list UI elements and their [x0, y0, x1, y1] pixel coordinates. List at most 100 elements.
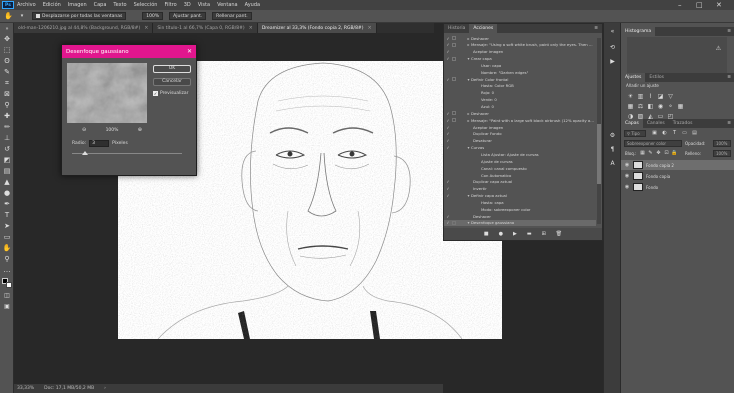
action-row[interactable]: Hasta: capa: [444, 199, 596, 205]
dialog-toggle-icon[interactable]: [452, 42, 456, 47]
filter-smart-icon[interactable]: ▤: [691, 130, 698, 137]
tab-trazados[interactable]: Trazados: [669, 119, 697, 128]
action-row[interactable]: Canal: canal compuesto: [444, 165, 596, 171]
menu-seleccion[interactable]: Selección: [134, 2, 158, 8]
gradient-tool-icon[interactable]: ▤: [2, 167, 12, 176]
menu-capa[interactable]: Capa: [94, 2, 107, 8]
hand-tool-icon[interactable]: ✋: [2, 244, 12, 253]
action-toggle-icon[interactable]: ✓: [444, 220, 452, 225]
tab-old-man[interactable]: old-man-1206210.jpg al 44,8% (Background…: [14, 23, 154, 33]
layer-row[interactable]: ◉ Fondo copia 2: [621, 160, 734, 170]
dialog-toggle-icon[interactable]: [452, 173, 456, 177]
action-toggle-icon[interactable]: ✓: [444, 42, 452, 47]
radius-input[interactable]: 3: [89, 140, 110, 147]
action-toggle-icon[interactable]: ✓: [444, 49, 452, 54]
filter-pixel-icon[interactable]: ▣: [651, 130, 658, 137]
lock-all-icon[interactable]: 🔒: [671, 150, 678, 157]
dialog-toggle-icon[interactable]: [452, 70, 456, 74]
action-row[interactable]: Hasta: Color RGB: [444, 83, 596, 89]
cancel-button[interactable]: Cancelar: [153, 78, 191, 86]
close-icon[interactable]: ✕: [716, 1, 722, 9]
menu-texto[interactable]: Texto: [113, 2, 126, 8]
crop-tool-icon[interactable]: ⌗: [2, 79, 12, 88]
eraser-tool-icon[interactable]: ◩: [2, 156, 12, 165]
blur-tool-icon[interactable]: ▲: [2, 178, 12, 187]
character-panel-icon[interactable]: A: [608, 159, 617, 168]
action-row[interactable]: ✓ Aceptar imagen: [444, 124, 596, 130]
filter-adjustment-icon[interactable]: ◐: [661, 130, 668, 137]
dialog-toggle-icon[interactable]: [452, 36, 456, 40]
dialog-toggle-icon[interactable]: [452, 50, 456, 54]
action-row[interactable]: ✓ ▸ Deshacer: [444, 35, 596, 41]
action-row[interactable]: ✓ Aceptar imagen: [444, 49, 596, 55]
color-balance-icon[interactable]: ⚖: [637, 103, 644, 110]
type-tool-icon[interactable]: T: [2, 211, 12, 220]
action-toggle-icon[interactable]: ✓: [444, 179, 452, 184]
action-row[interactable]: ✓ Invertir: [444, 186, 596, 192]
action-row[interactable]: Verde: 0: [444, 97, 596, 103]
action-row[interactable]: Nombre: "Darken edges": [444, 69, 596, 75]
action-row[interactable]: ✓ ▸ Deshacer: [444, 110, 596, 116]
dialog-toggle-icon[interactable]: [452, 56, 456, 61]
zoom-tool-icon[interactable]: ⚲: [2, 255, 12, 264]
action-row[interactable]: ✓ ▾ Definir capa actual: [444, 193, 596, 199]
dialog-toggle-icon[interactable]: [452, 77, 456, 82]
new-action-icon[interactable]: ⊞: [542, 231, 546, 237]
chevron-right-icon[interactable]: ›: [104, 386, 106, 391]
action-row[interactable]: Azul: 0: [444, 104, 596, 110]
dialog-toggle-icon[interactable]: [452, 63, 456, 67]
action-row[interactable]: ✓ ▾ Definir Color frontal: [444, 76, 596, 82]
photo-filter-icon[interactable]: ◉: [657, 103, 664, 110]
action-toggle-icon[interactable]: ✓: [444, 36, 452, 41]
action-row[interactable]: Usar: capa: [444, 62, 596, 68]
dialog-toggle-icon[interactable]: [452, 194, 456, 198]
action-row[interactable]: ✓ ▸ Mensaje: "Using a soft white brush, pa…: [444, 42, 596, 48]
channel-mixer-icon[interactable]: ⚬: [667, 103, 674, 110]
exposure-icon[interactable]: ◪: [657, 93, 664, 100]
action-toggle-icon[interactable]: ✓: [444, 138, 452, 143]
panel-menu-icon[interactable]: ≡: [723, 27, 734, 36]
menu-filtro[interactable]: Filtro: [164, 2, 176, 8]
brightness-icon[interactable]: ☀: [627, 93, 634, 100]
more-tools-icon[interactable]: …: [2, 266, 12, 275]
actions-scrollbar-thumb[interactable]: [597, 124, 601, 184]
layer-kind-filter[interactable]: ⚲ Tipo: [624, 130, 646, 137]
menu-edicion[interactable]: Edición: [43, 2, 61, 8]
dialog-toggle-icon[interactable]: [452, 207, 456, 211]
filter-shape-icon[interactable]: ▭: [681, 130, 688, 137]
dialog-toggle-icon[interactable]: [452, 220, 456, 225]
minimize-icon[interactable]: –: [678, 1, 682, 9]
close-tab-icon[interactable]: ×: [367, 25, 371, 31]
actions-panel-icon[interactable]: ▶: [608, 57, 617, 66]
background-color-swatch[interactable]: [6, 282, 12, 288]
menu-archivo[interactable]: Archivo: [17, 2, 36, 8]
visibility-eye-icon[interactable]: ◉: [624, 173, 630, 179]
menu-vista[interactable]: Vista: [198, 2, 210, 8]
tab-dreamizer[interactable]: Dreamizer al 33,3% (Fondo copia 2, RGB/8…: [257, 23, 377, 33]
brush-tool-icon[interactable]: ✏: [2, 123, 12, 132]
color-lookup-icon[interactable]: ▦: [677, 103, 684, 110]
lock-pixels-icon[interactable]: ▦: [639, 150, 646, 157]
dialog-toggle-icon[interactable]: [452, 214, 456, 218]
collapse-icon[interactable]: »: [2, 25, 12, 34]
quick-select-tool-icon[interactable]: ✎: [2, 68, 12, 77]
preview-checkbox[interactable]: ✓ Previsualizar: [153, 91, 189, 96]
dialog-toggle-icon[interactable]: [452, 139, 456, 143]
dialog-toggle-icon[interactable]: [452, 180, 456, 184]
tab-historia[interactable]: Historia: [444, 24, 469, 33]
action-toggle-icon[interactable]: ✓: [444, 186, 452, 191]
screen-mode-icon[interactable]: ▣: [2, 302, 12, 311]
marquee-tool-icon[interactable]: ⬚: [2, 46, 12, 55]
zoom-level[interactable]: 33,33%: [17, 386, 34, 391]
filter-type-icon[interactable]: T: [671, 130, 678, 137]
visibility-eye-icon[interactable]: ◉: [624, 184, 630, 190]
layer-row[interactable]: ◉ Fondo: [621, 182, 734, 192]
dialog-toggle-icon[interactable]: [452, 159, 456, 163]
action-toggle-icon[interactable]: ✓: [444, 118, 452, 123]
lasso-tool-icon[interactable]: ʘ: [2, 57, 12, 66]
close-tab-icon[interactable]: ×: [144, 25, 148, 31]
new-set-icon[interactable]: ▬: [527, 231, 532, 237]
lock-artboard-icon[interactable]: ⊡: [663, 150, 670, 157]
action-toggle-icon[interactable]: ✓: [444, 193, 452, 198]
chevron-down-icon[interactable]: ▾: [18, 12, 26, 20]
